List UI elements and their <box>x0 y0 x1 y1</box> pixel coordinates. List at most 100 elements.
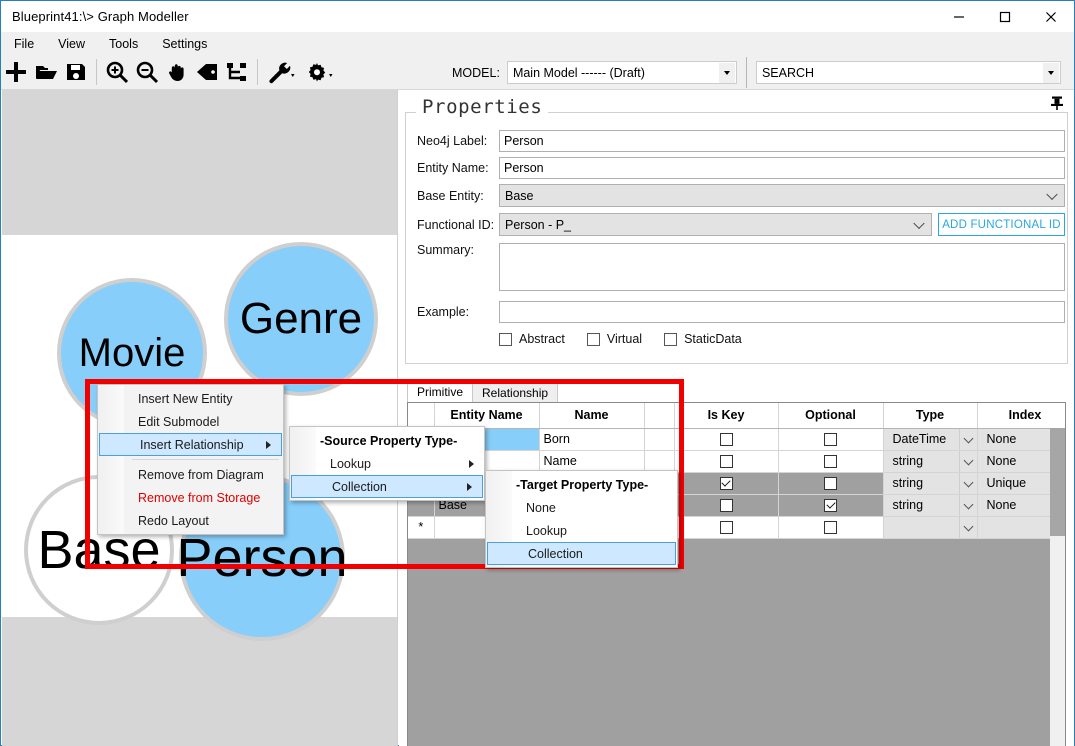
hierarchy-icon[interactable] <box>222 56 252 88</box>
grid-col-name[interactable]: Name <box>539 403 645 429</box>
table-row[interactable]: Person Name string None <box>408 450 1065 473</box>
optional-checkbox[interactable] <box>824 455 837 469</box>
cell-type[interactable] <box>883 516 978 539</box>
cell-is-key[interactable] <box>674 516 779 539</box>
properties-grid[interactable]: Entity Name Name Is Key Optional Type In… <box>407 402 1066 746</box>
save-icon[interactable] <box>61 56 91 88</box>
context-menu-target-property-type[interactable]: -Target Property Type- None Lookup Colle… <box>485 470 678 568</box>
neo4j-label-input[interactable]: Person <box>499 130 1065 152</box>
open-folder-icon[interactable] <box>31 56 61 88</box>
cell-type[interactable]: string <box>883 472 978 495</box>
gear-dropdown-icon[interactable] <box>301 56 339 88</box>
menu-file[interactable]: File <box>3 35 45 53</box>
zoom-out-icon[interactable] <box>132 56 162 88</box>
is-key-checkbox[interactable] <box>719 521 733 535</box>
cell-type[interactable]: string <box>883 450 978 473</box>
tab-primitive[interactable]: Primitive <box>407 381 474 403</box>
grid-col-spacer[interactable] <box>644 403 675 429</box>
submenu-arrow-icon <box>467 482 472 491</box>
menu-bar: File View Tools Settings <box>1 32 1074 55</box>
grid-col-index[interactable]: Index <box>977 403 1065 429</box>
cell-is-key[interactable] <box>674 472 779 495</box>
grid-col-is-key[interactable]: Is Key <box>674 403 779 429</box>
grid-vertical-scrollbar[interactable] <box>1050 428 1065 746</box>
menu-item-remove-from-diagram[interactable]: Remove from Diagram <box>98 463 283 486</box>
model-select[interactable]: Main Model ------ (Draft) <box>506 61 737 84</box>
menu-item-source-lookup[interactable]: Lookup <box>290 452 484 475</box>
menu-item-insert-relationship[interactable]: Insert Relationship <box>99 433 282 456</box>
grid-scroll-thumb[interactable] <box>1050 428 1065 536</box>
menu-item-target-lookup[interactable]: Lookup <box>486 519 677 542</box>
menu-item-target-none[interactable]: None <box>486 496 677 519</box>
add-icon[interactable] <box>1 56 31 88</box>
chevron-down-icon[interactable] <box>963 521 973 531</box>
menu-tools[interactable]: Tools <box>98 35 149 53</box>
grid-empty-area <box>408 538 1065 746</box>
close-icon[interactable] <box>1028 1 1074 32</box>
tag-icon[interactable] <box>192 56 222 88</box>
functional-id-select[interactable]: Person - P_ <box>499 213 932 236</box>
base-entity-select[interactable]: Base <box>499 184 1065 207</box>
cell-optional[interactable] <box>778 428 884 451</box>
add-functional-id-button[interactable]: ADD FUNCTIONAL ID <box>938 213 1065 236</box>
model-label: MODEL: <box>452 65 500 80</box>
is-key-checkbox[interactable] <box>719 455 733 469</box>
cell-name[interactable]: Born <box>539 428 645 451</box>
zoom-in-icon[interactable] <box>102 56 132 88</box>
menu-item-label: Remove from Storage <box>138 490 261 505</box>
base-entity-caption: Base Entity: <box>417 188 484 203</box>
cell-is-key[interactable] <box>674 450 779 473</box>
menu-view[interactable]: View <box>47 35 96 53</box>
search-chevron-down-icon[interactable] <box>1042 63 1059 83</box>
search-input[interactable]: SEARCH <box>755 61 1061 84</box>
field-neo4j-label: Neo4j Label: Person <box>417 130 1065 152</box>
context-menu-entity[interactable]: Insert New Entity Edit Submodel Insert R… <box>97 384 284 535</box>
is-key-checkbox[interactable] <box>719 433 733 447</box>
abstract-checkbox[interactable] <box>499 332 512 346</box>
type-value: string <box>892 497 924 512</box>
new-row-indicator[interactable]: * <box>408 516 435 539</box>
minimize-icon[interactable] <box>936 1 982 32</box>
cell-name[interactable]: Name <box>539 450 645 473</box>
grid-col-optional[interactable]: Optional <box>778 403 884 429</box>
wrench-dropdown-icon[interactable] <box>263 56 301 88</box>
cell-optional[interactable] <box>778 450 884 473</box>
menu-item-edit-submodel[interactable]: Edit Submodel <box>98 410 283 433</box>
summary-input[interactable] <box>499 243 1065 291</box>
tab-relationship[interactable]: Relationship <box>472 382 559 403</box>
entity-name-input[interactable]: Person <box>499 157 1065 179</box>
staticdata-checkbox[interactable] <box>664 332 678 346</box>
cell-optional[interactable] <box>778 494 884 517</box>
optional-checkbox[interactable] <box>824 477 837 491</box>
optional-checkbox[interactable] <box>824 433 837 447</box>
virtual-checkbox[interactable] <box>586 332 600 346</box>
graph-node-genre[interactable]: Genre <box>224 242 378 396</box>
menu-item-insert-new-entity[interactable]: Insert New Entity <box>98 387 283 410</box>
optional-checkbox[interactable] <box>824 499 837 513</box>
menu-item-redo-layout[interactable]: Redo Layout <box>98 509 283 532</box>
cell-type[interactable]: string <box>883 494 978 517</box>
grid-col-entity-name[interactable]: Entity Name <box>434 403 540 429</box>
is-key-checkbox[interactable] <box>719 499 733 513</box>
context-menu-source-property-type[interactable]: -Source Property Type- Lookup Collection <box>289 426 485 501</box>
example-input[interactable] <box>499 301 1065 323</box>
cell-optional[interactable] <box>778 516 884 539</box>
menu-item-target-collection[interactable]: Collection <box>487 542 676 565</box>
grid-col-type[interactable]: Type <box>883 403 978 429</box>
cell-is-key[interactable] <box>674 428 779 451</box>
chevron-down-icon[interactable] <box>718 63 735 83</box>
cell-is-key[interactable] <box>674 494 779 517</box>
submenu-arrow-icon <box>469 459 474 468</box>
optional-checkbox[interactable] <box>824 521 837 535</box>
menu-item-source-collection[interactable]: Collection <box>291 475 483 498</box>
maximize-icon[interactable] <box>982 1 1028 32</box>
menu-settings[interactable]: Settings <box>151 35 218 53</box>
cell-optional[interactable] <box>778 472 884 495</box>
cell-spacer <box>644 428 675 451</box>
pan-hand-icon[interactable] <box>162 56 192 88</box>
is-key-checkbox[interactable] <box>719 477 733 491</box>
grid-col-rowheader[interactable] <box>408 403 435 429</box>
menu-item-remove-from-storage[interactable]: Remove from Storage <box>98 486 283 509</box>
cell-type[interactable]: DateTime <box>883 428 978 451</box>
table-row[interactable]: Person Born DateTime None <box>408 428 1065 451</box>
